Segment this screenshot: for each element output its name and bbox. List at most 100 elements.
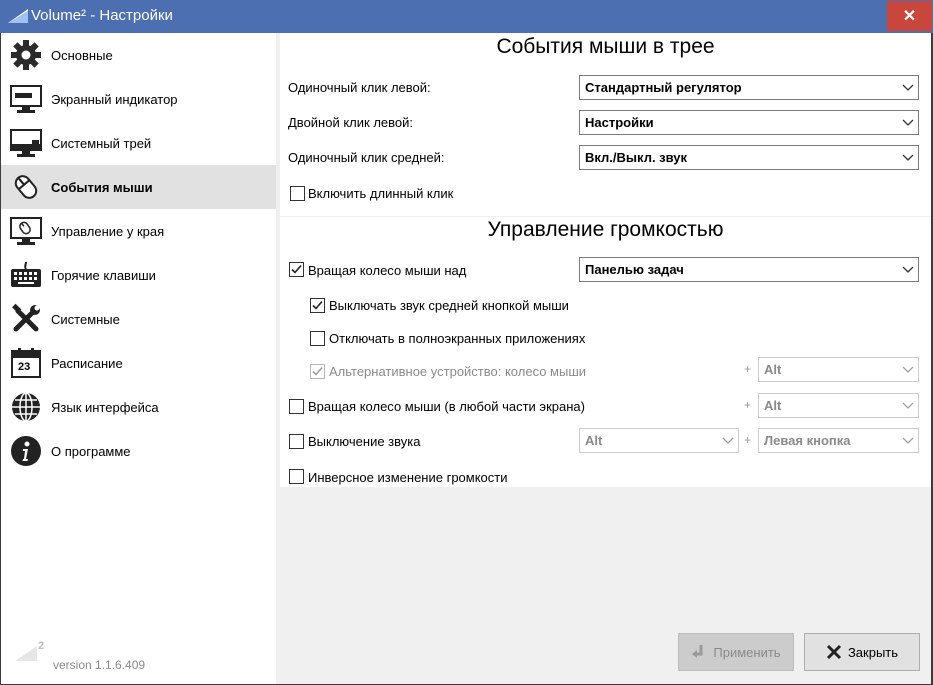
select-value: Alt [585, 433, 603, 448]
apply-icon [691, 644, 707, 660]
sidebar-item-system[interactable]: Системные [1, 297, 276, 341]
sidebar-item-label: Экранный индикатор [51, 91, 178, 107]
mouse-icon [9, 170, 43, 204]
sidebar-item-label: Основные [51, 47, 113, 63]
disable-fullscreen-checkbox[interactable] [310, 331, 325, 346]
gear-icon [9, 38, 43, 72]
sidebar-item-schedule[interactable]: 23 Расписание [1, 341, 276, 385]
window-title: Volume² - Настройки [31, 7, 173, 24]
plus-sign: + [744, 362, 752, 376]
info-icon [9, 434, 43, 468]
select-value: Вкл./Выкл. звук [585, 150, 688, 165]
double-left-label: Двойной клик левой: [288, 115, 413, 130]
sidebar-item-general[interactable]: Основные [1, 33, 276, 77]
alt-device-checkbox[interactable] [310, 364, 325, 379]
version-label: version 1.1.6.409 [53, 658, 146, 672]
long-click-label: Включить длинный клик [308, 186, 454, 201]
select-value: Стандартный регулятор [585, 80, 742, 95]
tray-events-section: События мыши в трее Одиночный клик левой… [280, 33, 931, 216]
disable-fullscreen-label: Отключать в полноэкранных приложениях [329, 331, 586, 346]
plus-sign: + [744, 433, 752, 447]
select-value: Настройки [585, 115, 654, 130]
wheel-anywhere-modifier-select[interactable]: Alt [758, 393, 919, 418]
check-icon [291, 264, 302, 274]
monitor-tray-icon [9, 126, 43, 160]
sidebar-item-screen-edge[interactable]: Управление у края [1, 209, 276, 253]
select-value: Панелью задач [585, 262, 684, 277]
inverse-checkbox[interactable] [289, 469, 304, 484]
sidebar-item-label: Расписание [51, 355, 123, 371]
plus-sign: + [744, 398, 752, 412]
wheel-anywhere-label: Вращая колесо мыши (в любой части экрана… [308, 399, 585, 414]
close-label: Закрыть [847, 644, 899, 660]
calendar-day: 23 [18, 361, 31, 373]
close-icon: ✕ [902, 8, 917, 25]
mute-button-select[interactable]: Левая кнопка [758, 428, 919, 453]
close-button[interactable]: Закрыть [804, 633, 920, 671]
alt-device-label: Альтернативное устройство: колесо мыши [329, 364, 587, 379]
screen-edge-icon [9, 214, 43, 248]
sidebar-item-label: Язык интерфейса [51, 399, 159, 415]
window-close-button[interactable]: ✕ [887, 1, 932, 31]
single-middle-select[interactable]: Вкл./Выкл. звук [579, 145, 919, 170]
sidebar-item-language[interactable]: Язык интерфейса [1, 385, 276, 429]
content-panel: События мыши в трее Одиночный клик левой… [277, 33, 931, 684]
apply-label: Применить [713, 644, 781, 660]
sidebar-item-label: Горячие клавиши [51, 267, 156, 283]
single-left-select[interactable]: Стандартный регулятор [579, 75, 919, 100]
mute-middle-checkbox[interactable] [310, 298, 325, 313]
globe-icon [9, 390, 43, 424]
sidebar-item-hotkeys[interactable]: Горячие клавиши [1, 253, 276, 297]
section-heading: Управление громкостью [487, 218, 724, 241]
mute-modifier-select[interactable]: Alt [579, 428, 739, 453]
sidebar-item-tray[interactable]: Системный трей [1, 121, 276, 165]
tools-icon [9, 302, 43, 336]
chevron-down-icon [722, 437, 734, 444]
volume-control-section: Управление громкостью Вращая колесо мыши… [280, 217, 931, 487]
calendar-icon: 23 [9, 346, 43, 380]
settings-window: Основные Экранный индикатор Системный тр… [1, 33, 931, 684]
select-value: Alt [764, 398, 782, 413]
wheel-over-select[interactable]: Панелью задач [579, 257, 919, 282]
sidebar-item-mouse-events[interactable]: События мыши [1, 165, 276, 209]
select-value: Левая кнопка [764, 433, 851, 448]
sidebar-item-about[interactable]: О программе [1, 429, 276, 473]
sidebar-item-osd[interactable]: Экранный индикатор [1, 77, 276, 121]
check-icon [312, 300, 323, 310]
sidebar-item-label: Системные [51, 311, 120, 327]
chevron-down-icon [902, 266, 914, 273]
sidebar-item-label: События мыши [51, 179, 153, 195]
single-middle-label: Одиночный клик средней: [288, 150, 445, 165]
monitor-indicator-icon [9, 82, 43, 116]
mute-middle-label: Выключать звук средней кнопкой мыши [329, 298, 569, 313]
close-icon [826, 644, 842, 660]
mute-label: Выключение звука [308, 434, 421, 449]
wheel-over-label: Вращая колесо мыши над [308, 263, 467, 278]
chevron-down-icon [902, 437, 914, 444]
app-logo: 2 [15, 640, 44, 664]
sidebar: Основные Экранный индикатор Системный тр… [1, 33, 276, 684]
keyboard-icon [9, 258, 43, 292]
volume-logo-icon [15, 646, 37, 661]
logo-superscript: 2 [38, 640, 45, 652]
chevron-down-icon [902, 119, 914, 126]
wheel-anywhere-checkbox[interactable] [289, 399, 304, 414]
wheel-over-checkbox[interactable] [289, 262, 304, 277]
alt-device-modifier-select[interactable]: Alt [758, 357, 919, 382]
mute-checkbox[interactable] [289, 434, 304, 449]
double-left-select[interactable]: Настройки [579, 110, 919, 135]
chevron-down-icon [902, 84, 914, 91]
select-value: Alt [764, 362, 782, 377]
inverse-label: Инверсное изменение громкости [308, 470, 508, 485]
apply-button[interactable]: Применить [678, 633, 794, 671]
long-click-checkbox[interactable] [290, 186, 305, 201]
sidebar-item-label: Системный трей [51, 135, 152, 151]
sidebar-item-label: О программе [51, 443, 131, 459]
section-heading: События мыши в трее [496, 35, 715, 58]
chevron-down-icon [902, 402, 914, 409]
sidebar-item-label: Управление у края [51, 223, 165, 239]
chevron-down-icon [902, 154, 914, 161]
chevron-down-icon [902, 366, 914, 373]
check-icon [312, 366, 323, 376]
app-logo-icon [8, 9, 28, 23]
